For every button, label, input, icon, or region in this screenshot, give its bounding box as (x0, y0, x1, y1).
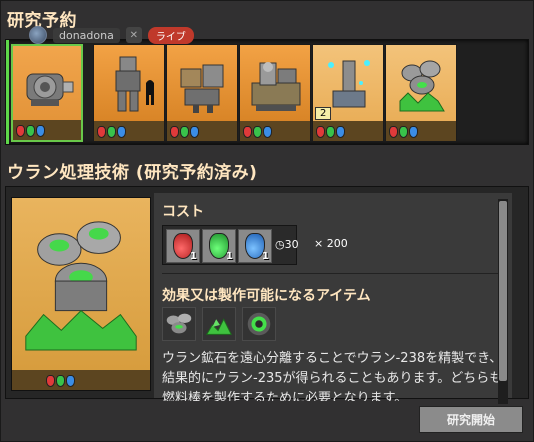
queue-item-power-armor[interactable] (166, 44, 238, 142)
science-packs (243, 126, 272, 138)
red-pack-icon (389, 126, 398, 138)
technology-detail-title: ウラン処理技術 (研究予約済み) (7, 163, 258, 183)
stream-username: donadona (53, 27, 120, 43)
avatar (29, 26, 47, 44)
cost-bar (240, 121, 310, 141)
technology-panel: 研究予約 2 donadona ✕ ライブ ウラン処理技術 (研究予約済み) コ… (0, 0, 534, 442)
science-packs (170, 126, 199, 138)
description-scrollbar[interactable] (498, 199, 508, 404)
divider (162, 273, 504, 274)
science-packs (46, 375, 75, 387)
green-pack-icon (180, 126, 189, 138)
red-pack-icon (170, 126, 179, 138)
green-pack-icon (56, 375, 65, 387)
uranium-ore-icon[interactable] (202, 307, 236, 341)
assembling-machine-icon (251, 62, 301, 111)
blue-pack-icon (190, 126, 199, 138)
scrollbar-thumb[interactable] (499, 201, 507, 381)
technology-info: コスト 1 1 1 ◷30 × 200 効果又は製作可能になるアイテム ウラン鉱… (154, 193, 512, 404)
science-packs (97, 126, 126, 138)
electric-motor-icon (26, 73, 74, 106)
centrifuge-icon[interactable] (162, 307, 196, 341)
technology-detail: コスト 1 1 1 ◷30 × 200 効果又は製作可能になるアイテム ウラン鉱… (5, 186, 529, 404)
uranium-ore-glyph (205, 318, 232, 335)
cost-bar (313, 121, 383, 141)
uranium-fuel-cell-glyph (247, 312, 271, 336)
research-count: × 200 (314, 237, 348, 250)
cost-item-red: 1 (166, 229, 200, 263)
green-pack-icon (26, 125, 35, 137)
research-time: ◷30 (275, 238, 299, 251)
blue-pack-icon (66, 375, 75, 387)
unlocks-heading: 効果又は製作可能になるアイテム (162, 288, 371, 304)
technology-description: ウラン鉱石を遠心分離することでウラン-238を精製でき、結果的にウラン-235が… (162, 351, 503, 401)
clock-icon: ◷ (275, 238, 285, 251)
queue-item-uranium-mining[interactable]: 2 (312, 44, 384, 142)
queue-item-uranium-processing[interactable] (385, 44, 457, 142)
red-pack-icon (97, 126, 106, 138)
cost-count: 1 (190, 251, 197, 262)
uranium-processing-icon (399, 60, 445, 112)
power-armor-icon (180, 64, 224, 113)
cost-item-blue: 1 (238, 229, 272, 263)
uranium-mining-icon (328, 60, 370, 108)
cost-bar (13, 120, 81, 140)
queue-item-exoskeleton[interactable] (93, 44, 165, 142)
blue-pack-icon (263, 126, 272, 138)
research-queue: 2 (5, 39, 529, 145)
queue-item-assembling-machine[interactable] (239, 44, 311, 142)
exoskeleton-icon (115, 56, 154, 112)
red-pack-icon (16, 125, 25, 137)
science-packs (316, 126, 345, 138)
blue-pack-icon (117, 126, 126, 138)
red-pack-icon (316, 126, 325, 138)
queue-position-badge: 2 (315, 107, 332, 120)
cost-count: 1 (262, 251, 269, 262)
cost-bar (94, 121, 164, 141)
science-packs (389, 126, 418, 138)
uranium-fuel-cell-icon[interactable] (242, 307, 276, 341)
blue-pack-icon (336, 126, 345, 138)
mute-icon: ✕ (125, 27, 142, 43)
research-time-value: 30 (284, 238, 299, 251)
start-research-button[interactable]: 研究開始 (419, 406, 523, 433)
cost-bar (12, 370, 150, 390)
uranium-processing-icon (25, 221, 137, 351)
cost-item-green: 1 (202, 229, 236, 263)
unlocks-list (162, 307, 276, 341)
green-pack-icon (326, 126, 335, 138)
cost-count: 1 (226, 251, 233, 262)
blue-pack-icon (36, 125, 45, 137)
green-pack-icon (399, 126, 408, 138)
technology-large-icon (11, 197, 151, 391)
live-badge: ライブ (147, 26, 194, 44)
red-pack-icon (243, 126, 252, 138)
science-packs (16, 125, 45, 137)
green-pack-icon (107, 126, 116, 138)
cost-heading: コスト (162, 204, 204, 220)
stream-overlay: donadona ✕ ライブ (29, 25, 194, 45)
cost-box: 1 1 1 ◷30 (162, 225, 299, 265)
queue-item-electric-motor[interactable] (11, 44, 83, 142)
cost-bar (386, 121, 456, 141)
centrifuge-glyph (166, 313, 192, 334)
cost-bar (167, 121, 237, 141)
green-pack-icon (253, 126, 262, 138)
red-pack-icon (46, 375, 55, 387)
blue-pack-icon (409, 126, 418, 138)
queue-active-indicator (6, 40, 9, 144)
